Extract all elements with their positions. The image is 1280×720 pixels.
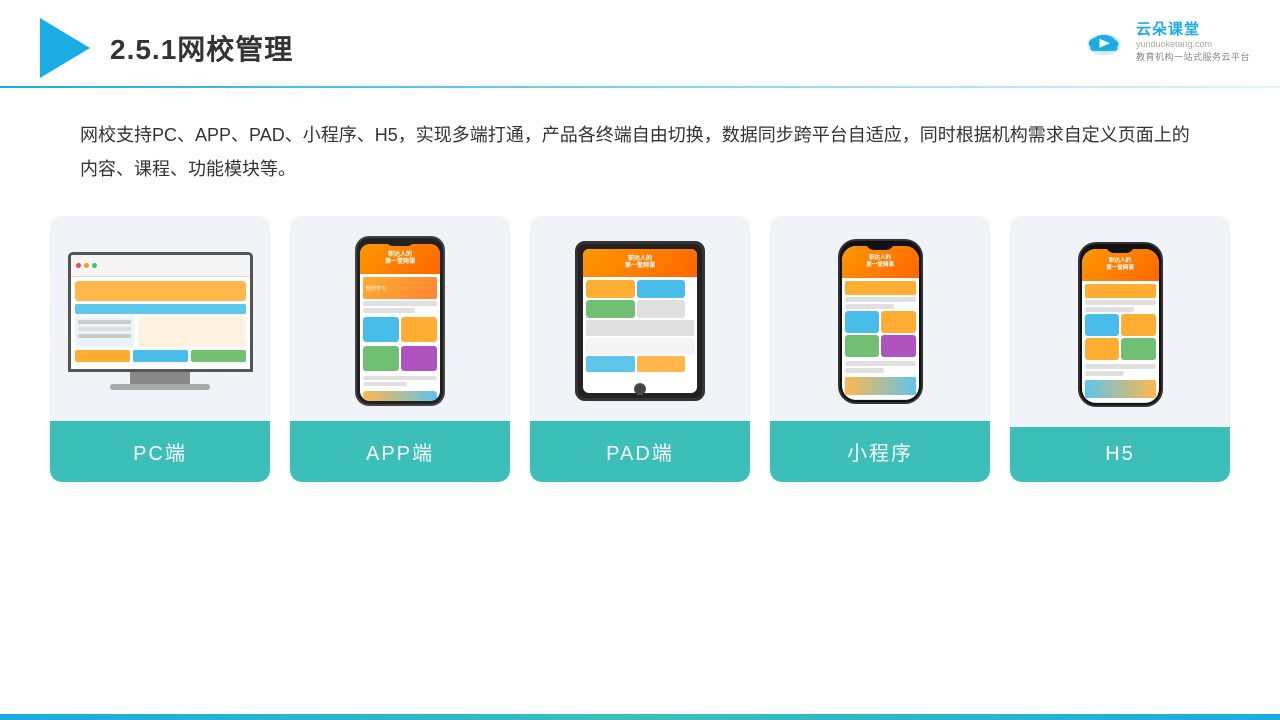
h5-content — [1082, 281, 1159, 403]
mini-phone-notch — [866, 241, 894, 250]
phone-screen: 职达人的第一堂网课 轻松学习 — [360, 244, 440, 401]
h5-phone-body: 职达人的第一堂网课 — [1078, 242, 1163, 407]
h5-header-text: 职达人的第一堂网课 — [1104, 258, 1136, 272]
card-app: 职达人的第一堂网课 轻松学习 — [290, 216, 510, 482]
tablet-screen: 职达人的第一堂网课 — [583, 249, 697, 393]
pad-image-area: 职达人的第一堂网课 — [530, 216, 750, 421]
pc-content — [71, 277, 250, 366]
phone-body-content: 轻松学习 — [360, 274, 440, 401]
description-text: 网校支持PC、APP、PAD、小程序、H5，实现多端打通，产品各终端自由切换，数… — [80, 118, 1200, 186]
pc-image-area — [50, 216, 270, 421]
mini-header: 职达人的第一堂网课 — [842, 246, 919, 278]
logo-triangle — [40, 18, 90, 78]
phone-header-text: 职达人的第一堂网课 — [385, 252, 415, 266]
page-title: 2.5.1网校管理 — [110, 28, 293, 68]
app-label: APP端 — [290, 421, 510, 482]
card-pc: PC端 — [50, 216, 270, 482]
tablet-body: 职达人的第一堂网课 — [575, 241, 705, 401]
tablet-body-content — [583, 277, 697, 375]
brand-url: yunduoketang.com — [1136, 39, 1212, 49]
pc-label: PC端 — [50, 421, 270, 482]
card-pad: 职达人的第一堂网课 — [530, 216, 750, 482]
brand-name: 云朵课堂 — [1136, 18, 1200, 39]
pad-label: PAD端 — [530, 421, 750, 482]
mini-phone-body: 职达人的第一堂网课 — [838, 239, 923, 404]
brand-text: 云朵课堂 yunduoketang.com 教育机构一站式服务云平台 — [1136, 18, 1250, 63]
pc-device-mock — [68, 252, 253, 390]
card-h5: 职达人的第一堂网课 — [1010, 216, 1230, 482]
tablet-header: 职达人的第一堂网课 — [583, 249, 697, 277]
app-phone-mock: 职达人的第一堂网课 轻松学习 — [355, 236, 445, 406]
pc-base — [110, 384, 210, 390]
brand-cloud-icon — [1080, 22, 1128, 60]
pc-stand — [130, 372, 190, 384]
header-divider — [0, 86, 1280, 88]
h5-phone-mock: 职达人的第一堂网课 — [1078, 242, 1163, 407]
phone-body: 职达人的第一堂网课 轻松学习 — [355, 236, 445, 406]
header: 2.5.1网校管理 云朵课堂 yunduoketang.com 教育机构一站式服… — [0, 0, 1280, 78]
mini-header-text: 职达人的第一堂网课 — [864, 255, 896, 269]
brand-logo: 云朵课堂 yunduoketang.com 教育机构一站式服务云平台 — [1080, 18, 1250, 63]
pc-screen — [68, 252, 253, 372]
h5-phone-screen: 职达人的第一堂网课 — [1082, 249, 1159, 403]
pc-screen-bar — [71, 255, 250, 277]
tablet-home-btn — [634, 383, 646, 395]
phone-header: 职达人的第一堂网课 — [360, 244, 440, 274]
h5-header: 职达人的第一堂网课 — [1082, 249, 1159, 281]
miniprogram-image-area: 职达人的第一堂网课 — [770, 216, 990, 421]
miniprogram-label: 小程序 — [770, 421, 990, 482]
device-cards: PC端 职达人的第一堂网课 轻松学习 — [0, 216, 1280, 482]
phone-notch — [385, 238, 415, 246]
card-miniprogram: 职达人的第一堂网课 — [770, 216, 990, 482]
h5-phone-notch — [1106, 244, 1134, 253]
miniprogram-phone-mock: 职达人的第一堂网课 — [838, 239, 923, 404]
app-image-area: 职达人的第一堂网课 轻松学习 — [290, 216, 510, 421]
brand-subtitle: 教育机构一站式服务云平台 — [1136, 50, 1250, 63]
h5-image-area: 职达人的第一堂网课 — [1010, 216, 1230, 427]
tablet-mock: 职达人的第一堂网课 — [575, 241, 705, 401]
mini-content — [842, 278, 919, 400]
bottom-decoration-bar — [0, 714, 1280, 720]
h5-label: H5 — [1010, 427, 1230, 482]
mini-phone-screen: 职达人的第一堂网课 — [842, 246, 919, 400]
